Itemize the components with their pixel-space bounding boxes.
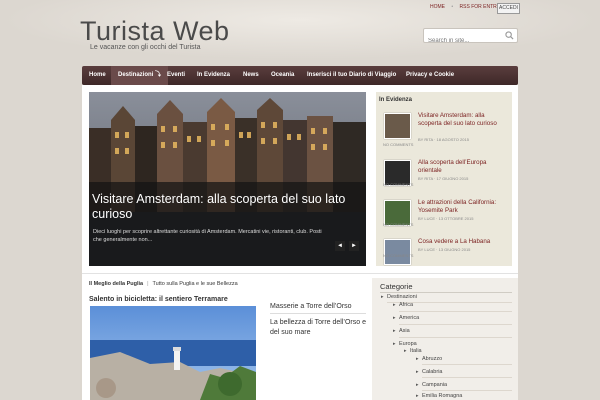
main-nav: Home Destinazioni ⤵ Eventi In Evidenza N…	[82, 66, 518, 85]
bullet-icon: ▸	[393, 302, 396, 308]
bullet-icon: ▸	[393, 315, 396, 321]
nav-in-evidenza[interactable]: In Evidenza	[190, 66, 237, 85]
side-post-text[interactable]: La bellezza di Torre dell’Orso e del suo…	[270, 318, 366, 337]
evidenza-item[interactable]: Cosa vedere a La Habana BY LUCE · 13 GIU…	[383, 238, 509, 274]
slider-prev-button[interactable]: ◄	[335, 241, 345, 251]
home-link[interactable]: HOME	[430, 4, 445, 10]
tab-il-meglio-della-puglia[interactable]: Il Meglio della Puglia	[89, 281, 143, 287]
nav-home[interactable]: Home	[82, 66, 113, 85]
category-item[interactable]: ▸ Italia	[404, 348, 422, 354]
tab-tutto-sulla-puglia[interactable]: Tutto sulla Puglia e le sue Bellezza	[153, 281, 238, 287]
nav-eventi[interactable]: Eventi	[160, 66, 192, 85]
category-item[interactable]: ▸ Destinazioni	[381, 294, 417, 300]
nav-news[interactable]: News	[236, 66, 266, 85]
category-divider	[399, 324, 512, 325]
bullet-icon: ▸	[416, 356, 419, 362]
featured-slider[interactable]: Visitare Amsterdam: alla scoperta del su…	[89, 92, 366, 266]
category-divider	[422, 390, 512, 391]
category-divider	[422, 377, 512, 378]
nav-privacy[interactable]: Privacy e Cookie	[399, 66, 461, 85]
nav-oceania[interactable]: Oceania	[264, 66, 301, 85]
bullet-icon: ▸	[404, 348, 407, 354]
category-item[interactable]: ▸ Africa	[393, 302, 413, 308]
evidenza-item[interactable]: Alla scoperta dell’Europa orientale BY R…	[383, 159, 509, 195]
slider-next-button[interactable]: ►	[349, 241, 359, 251]
category-divider	[422, 364, 512, 365]
slider-excerpt: Dieci luoghi per scoprire altrettante cu…	[93, 229, 322, 243]
category-item[interactable]: ▸ Europa	[393, 341, 417, 347]
category-item[interactable]: ▸ Campania	[416, 382, 447, 388]
search-input[interactable]	[424, 34, 510, 48]
category-item[interactable]: ▸ Calabria	[416, 369, 442, 375]
search-icon[interactable]	[505, 31, 514, 40]
post-title[interactable]: Salento in bicicletta: il sentiero Terra…	[89, 296, 228, 303]
login-button[interactable]: ACCEDI	[497, 3, 520, 14]
category-divider	[399, 311, 512, 312]
evidenza-meta: BY RITA · 17 GIUGNO 2015	[418, 176, 469, 181]
evidenza-thumbnail[interactable]	[384, 239, 411, 265]
bullet-icon: ▸	[393, 328, 396, 334]
category-item[interactable]: ▸ Emilia Romagna	[416, 393, 462, 399]
evidenza-comments[interactable]: NO COMMENTS	[383, 142, 413, 147]
arrow-left-icon: ◄	[337, 243, 343, 249]
evidenza-meta: BY LUCE · 13 OTTOBRE 2015	[418, 216, 474, 221]
evidenza-comments[interactable]: NO COMMENTS	[383, 253, 413, 258]
side-post-divider	[270, 313, 366, 314]
arrow-right-icon: ►	[351, 243, 357, 249]
category-item[interactable]: ▸ Asia	[393, 328, 410, 334]
category-tabs: Il Meglio della Puglia | Tutto sulla Pugli…	[89, 281, 238, 287]
evidenza-thumbnail[interactable]	[384, 113, 411, 139]
evidenza-comments[interactable]: NO COMMENTS	[383, 222, 413, 227]
section-divider	[82, 273, 518, 274]
evidenza-item[interactable]: Visitare Amsterdam: alla scoperta del su…	[383, 112, 509, 148]
slider-title[interactable]: Visitare Amsterdam: alla scoperta del su…	[92, 192, 362, 222]
evidenza-comments[interactable]: NO COMMENTS	[383, 182, 413, 187]
category-item[interactable]: ▸ Abruzzo	[416, 356, 442, 362]
salento-photo	[90, 306, 256, 400]
category-item[interactable]: ▸ America	[393, 315, 419, 321]
nav-diario[interactable]: Inserisci il tuo Diario di Viaggio	[300, 66, 403, 85]
categories-divider	[380, 292, 512, 293]
search-box	[423, 28, 518, 48]
bullet-icon: ▸	[381, 294, 384, 300]
evidenza-item[interactable]: Le attrazioni della California: Yosemite…	[383, 199, 509, 235]
bullet-icon: ▸	[416, 369, 419, 375]
bullet-icon: ▸	[416, 382, 419, 388]
evidenza-title[interactable]: Visitare Amsterdam: alla scoperta del su…	[418, 112, 510, 128]
site-logo[interactable]: Turista Web	[80, 16, 230, 47]
evidenza-title[interactable]: Cosa vedere a La Habana	[418, 238, 510, 246]
evidenza-meta: BY LUCE · 13 GIUGNO 2015	[418, 247, 471, 252]
side-post-title[interactable]: Masserie a Torre dell’Orso	[270, 303, 352, 310]
evidenza-meta: BY RITA · 18 AGOSTO 2015	[418, 137, 469, 142]
evidenza-title[interactable]: Alla scoperta dell’Europa orientale	[418, 159, 510, 175]
evidenza-title[interactable]: Le attrazioni della California: Yosemite…	[418, 199, 510, 215]
post-image[interactable]	[90, 306, 256, 400]
site-tagline: Le vacanze con gli occhi del Turista	[90, 44, 201, 51]
bullet-icon: ▸	[393, 341, 396, 347]
categories-heading: Categorie	[380, 282, 413, 291]
bullet-icon: ▸	[416, 393, 419, 399]
category-divider	[399, 337, 512, 338]
in-evidenza-heading: In Evidenza	[379, 97, 413, 103]
